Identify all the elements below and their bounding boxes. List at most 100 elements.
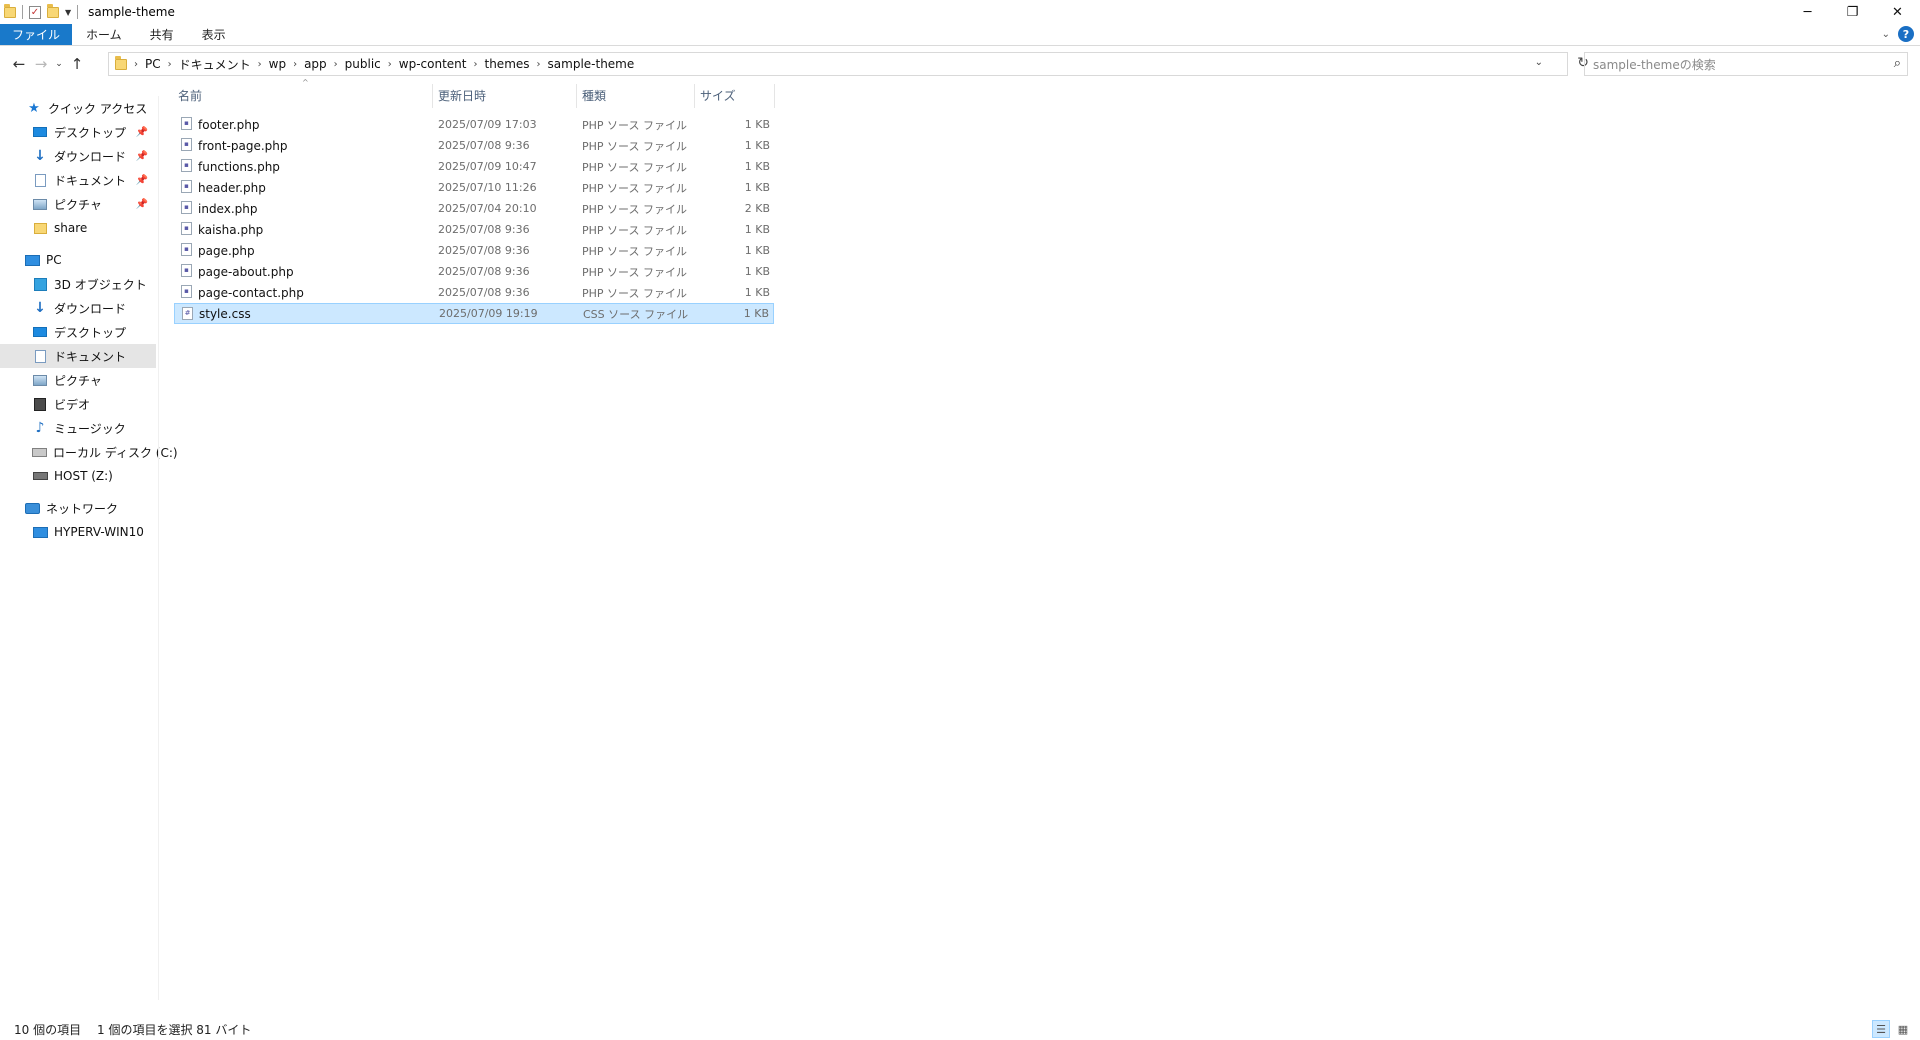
breadcrumb-wp[interactable]: wp (269, 57, 286, 71)
sidebar-item-downloads[interactable]: ↓ ダウンロード 📌 (0, 144, 156, 168)
search-input[interactable]: sample-themeの検索 (1593, 56, 1716, 73)
disk-icon (32, 447, 47, 457)
table-row[interactable]: ▪ page.php 2025/07/08 9:36 PHP ソース ファイル … (174, 240, 774, 261)
column-divider[interactable] (576, 84, 577, 108)
sidebar-item-videos[interactable]: ビデオ (0, 392, 156, 416)
sidebar-item-network[interactable]: ネットワーク (0, 496, 156, 520)
table-row[interactable]: ▪ page-about.php 2025/07/08 9:36 PHP ソース… (174, 261, 774, 282)
table-row[interactable]: ▪ page-contact.php 2025/07/08 9:36 PHP ソ… (174, 282, 774, 303)
address-history-icon[interactable]: ⌄ (1535, 57, 1543, 68)
pin-icon[interactable]: 📌 (136, 151, 148, 162)
pin-icon[interactable]: 📌 (136, 199, 148, 210)
pane-splitter[interactable] (158, 96, 159, 1000)
recent-locations-icon[interactable]: ⌄ (52, 52, 66, 76)
table-row[interactable]: ▪ kaisha.php 2025/07/08 9:36 PHP ソース ファイ… (174, 219, 774, 240)
expand-ribbon-icon[interactable]: ⌄ (1882, 29, 1890, 40)
music-icon: ♪ (35, 420, 45, 436)
sidebar-item-quick-access[interactable]: ★ クイック アクセス (0, 96, 156, 120)
column-header-date[interactable]: 更新日時 (438, 84, 576, 106)
sidebar-item-host-drive[interactable]: HOST (Z:) (0, 464, 156, 488)
sidebar-item-music[interactable]: ♪ ミュージック (0, 416, 156, 440)
sidebar-item-share[interactable]: share (0, 216, 156, 240)
chevron-right-icon[interactable]: › (474, 59, 478, 70)
sidebar-item-3d-objects[interactable]: 3D オブジェクト (0, 272, 156, 296)
column-header-type[interactable]: 種類 (582, 84, 694, 106)
breadcrumb-sample-theme[interactable]: sample-theme (548, 57, 635, 71)
column-header-size[interactable]: サイズ (700, 84, 774, 106)
breadcrumb-themes[interactable]: themes (485, 57, 530, 71)
chevron-right-icon[interactable]: › (388, 59, 392, 70)
address-row: ← → ⌄ ↑ › PC › ドキュメント › wp › app › publi… (0, 50, 1920, 78)
chevron-right-icon[interactable]: › (258, 59, 262, 70)
sidebar-item-desktop[interactable]: デスクトップ 📌 (0, 120, 156, 144)
column-header-name[interactable]: ^ 名前 (178, 78, 432, 106)
php-file-icon: ▪ (181, 201, 192, 214)
table-row-selected[interactable]: # style.css 2025/07/09 19:19 CSS ソース ファイ… (174, 303, 774, 324)
ribbon: ファイル ホーム 共有 表示 ⌄ ? (0, 24, 1920, 46)
back-button[interactable]: ← (8, 52, 30, 76)
table-row[interactable]: ▪ footer.php 2025/07/09 17:03 PHP ソース ファ… (174, 114, 774, 135)
forward-button[interactable]: → (30, 52, 52, 76)
ribbon-right: ⌄ ? (1882, 26, 1914, 42)
php-file-icon: ▪ (181, 243, 192, 256)
view-toggle: ☰ ▦ (1872, 1020, 1912, 1038)
sidebar-item-pc-desktop[interactable]: デスクトップ (0, 320, 156, 344)
sidebar-item-pc-downloads[interactable]: ↓ ダウンロード (0, 296, 156, 320)
table-row[interactable]: ▪ front-page.php 2025/07/08 9:36 PHP ソース… (174, 135, 774, 156)
table-row[interactable]: ▪ index.php 2025/07/04 20:10 PHP ソース ファイ… (174, 198, 774, 219)
3d-objects-icon (33, 277, 47, 291)
php-file-icon: ▪ (181, 285, 192, 298)
maximize-button[interactable]: ❐ (1830, 0, 1875, 24)
pin-icon[interactable]: 📌 (136, 175, 148, 186)
breadcrumb-wp-content[interactable]: wp-content (399, 57, 467, 71)
column-divider[interactable] (694, 84, 695, 108)
tab-file[interactable]: ファイル (0, 24, 73, 45)
tab-view[interactable]: 表示 (188, 24, 240, 45)
tab-share[interactable]: 共有 (136, 24, 188, 45)
download-icon: ↓ (34, 148, 46, 164)
sidebar-item-local-disk[interactable]: ローカル ディスク (C:) (0, 440, 178, 464)
column-divider[interactable] (774, 84, 775, 108)
sidebar-item-pc-pictures[interactable]: ピクチャ (0, 368, 156, 392)
up-button[interactable]: ↑ (66, 52, 88, 76)
help-icon[interactable]: ? (1898, 26, 1914, 42)
column-divider[interactable] (432, 84, 433, 108)
chevron-right-icon[interactable]: › (134, 59, 138, 70)
properties-icon[interactable]: ✓ (29, 5, 41, 19)
toolbar-divider (77, 5, 79, 19)
sidebar-item-documents[interactable]: ドキュメント 📌 (0, 168, 156, 192)
chevron-right-icon[interactable]: › (168, 59, 172, 70)
search-icon[interactable]: ⌕ (1894, 56, 1901, 71)
pin-icon[interactable]: 📌 (136, 127, 148, 138)
folder-icon (115, 55, 127, 70)
large-icons-view-icon[interactable]: ▦ (1894, 1020, 1912, 1038)
sidebar-item-pc-documents[interactable]: ドキュメント (0, 344, 156, 368)
close-button[interactable]: ✕ (1875, 0, 1920, 24)
chevron-right-icon[interactable]: › (537, 59, 541, 70)
breadcrumb-documents[interactable]: ドキュメント (179, 56, 251, 73)
address-bar[interactable]: › PC › ドキュメント › wp › app › public › wp-c… (108, 52, 1589, 76)
minimize-button[interactable]: ─ (1785, 0, 1830, 24)
tab-home[interactable]: ホーム (72, 24, 136, 45)
folder-icon (33, 222, 47, 234)
search-box[interactable]: sample-themeの検索 ⌕ (1584, 52, 1908, 76)
details-view-icon[interactable]: ☰ (1872, 1020, 1890, 1038)
customize-toolbar-icon[interactable]: ▼ (65, 8, 71, 17)
chevron-right-icon[interactable]: › (334, 59, 338, 70)
table-row[interactable]: ▪ functions.php 2025/07/09 10:47 PHP ソース… (174, 156, 774, 177)
table-row[interactable]: ▪ header.php 2025/07/10 11:26 PHP ソース ファ… (174, 177, 774, 198)
breadcrumb-app[interactable]: app (304, 57, 327, 71)
breadcrumb-public[interactable]: public (345, 57, 381, 71)
pictures-icon (33, 374, 47, 386)
new-folder-icon[interactable] (47, 3, 59, 18)
sidebar-item-pc[interactable]: PC (0, 248, 156, 272)
breadcrumb-pc[interactable]: PC (145, 57, 161, 71)
computer-icon (32, 526, 48, 538)
pictures-icon (33, 198, 47, 210)
sidebar-item-hyperv-win10[interactable]: HYPERV-WIN10 (0, 520, 156, 544)
sidebar-item-pictures[interactable]: ピクチャ 📌 (0, 192, 156, 216)
breadcrumb: › PC › ドキュメント › wp › app › public › wp-c… (109, 53, 634, 75)
network-drive-icon (32, 472, 48, 480)
chevron-right-icon[interactable]: › (293, 59, 297, 70)
php-file-icon: ▪ (181, 180, 192, 193)
